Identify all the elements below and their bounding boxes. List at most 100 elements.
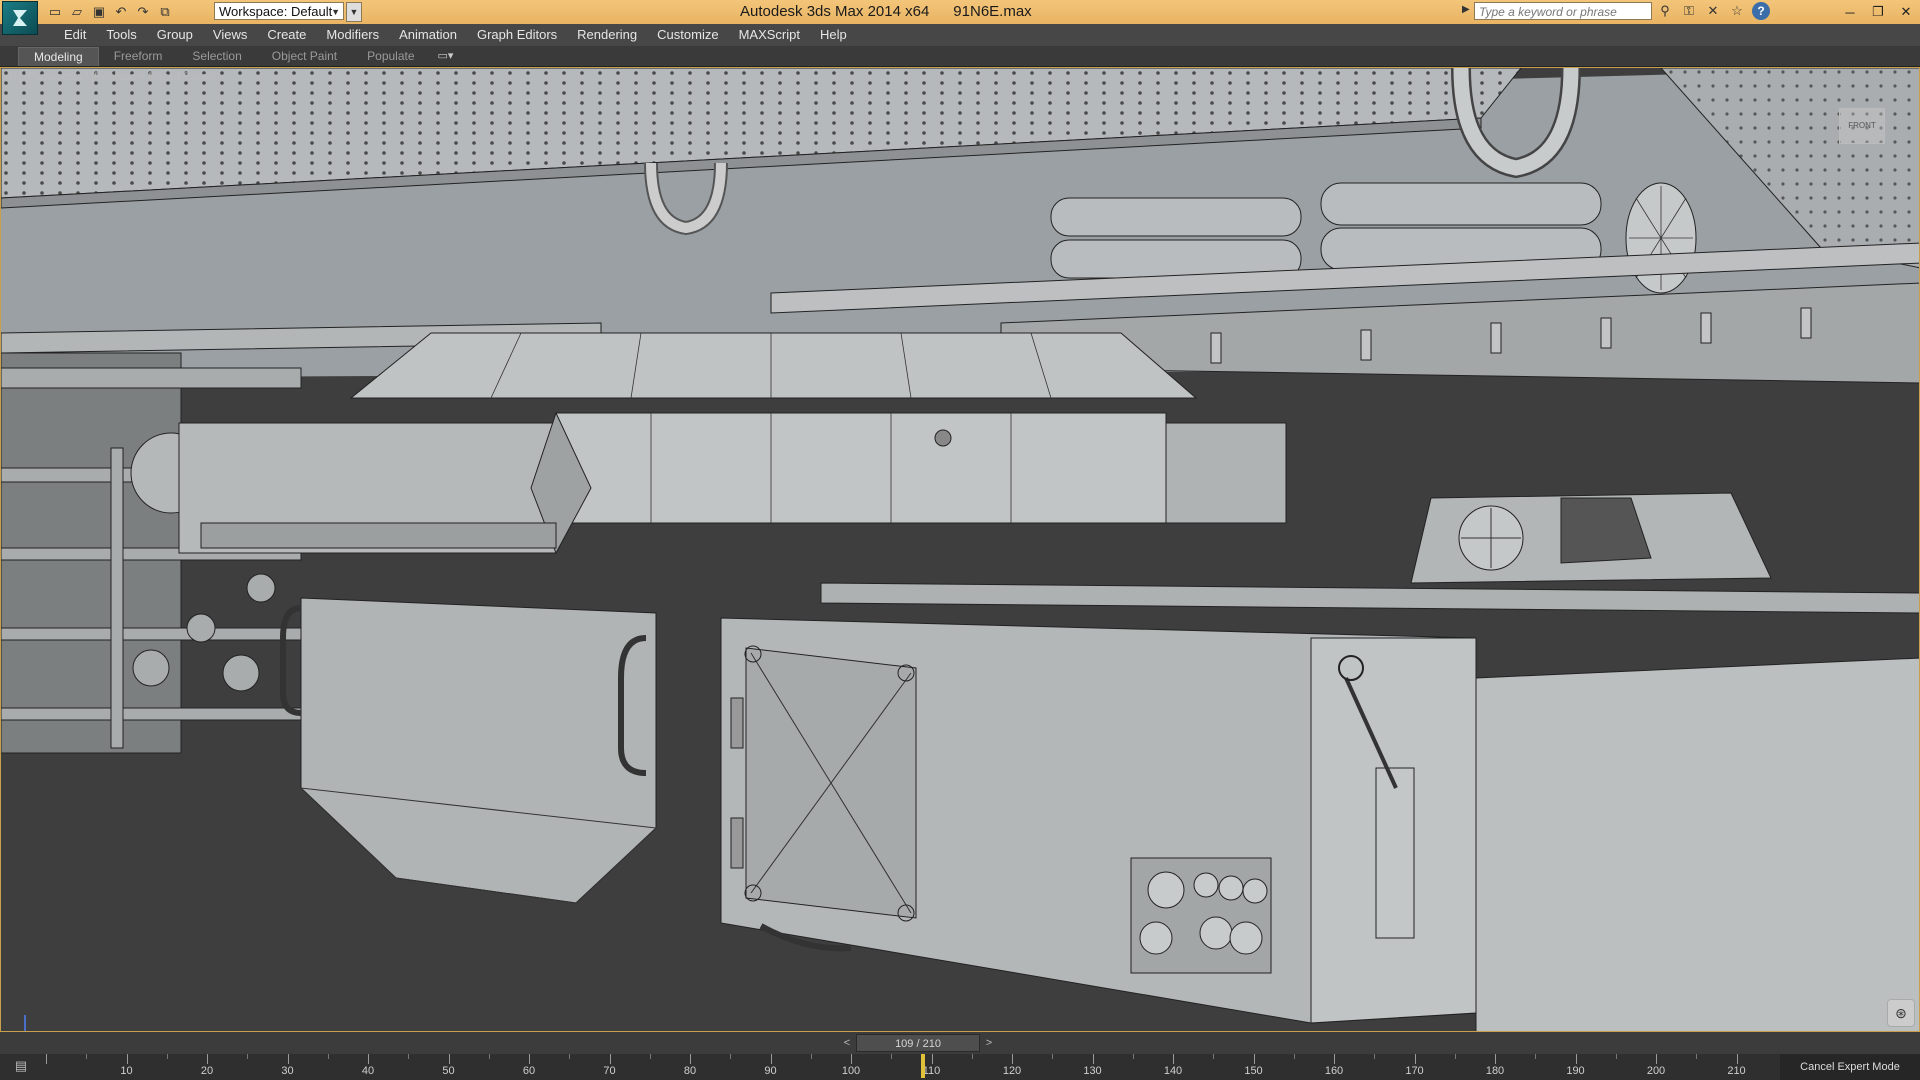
menu-animation[interactable]: Animation <box>389 24 467 46</box>
steering-wheel-icon[interactable]: ⊛ <box>1887 999 1915 1027</box>
menu-graph-editors[interactable]: Graph Editors <box>467 24 567 46</box>
window-title: Autodesk 3ds Max 2014 x64 91N6E.max <box>740 0 1032 24</box>
app-logo-icon[interactable] <box>2 1 38 35</box>
new-file-icon[interactable]: ▭ <box>46 3 64 21</box>
mini-curve-editor-icon[interactable]: ▤ <box>8 1058 34 1076</box>
tab-selection[interactable]: Selection <box>177 47 256 65</box>
ruler-tick <box>287 1054 289 1064</box>
menu-modifiers[interactable]: Modifiers <box>316 24 389 46</box>
ruler-tick <box>1173 1054 1174 1064</box>
ruler-tick <box>46 1054 47 1064</box>
ruler-tick <box>247 1054 249 1059</box>
ruler-tick <box>690 1054 691 1064</box>
app-title: Autodesk 3ds Max 2014 x64 <box>740 3 930 20</box>
ruler-tick <box>1454 1054 1456 1059</box>
ruler-tick <box>891 1054 893 1059</box>
title-bar: ▭ ▱ ▣ ↶ ↷ ⧉ Workspace: Default ▼ ▼ Autod… <box>0 0 1920 35</box>
ruler-tick-label: 90 <box>764 1065 777 1077</box>
viewport-label[interactable]: [+] [Perspective] [Realistic + Edged Fac… <box>9 71 216 83</box>
ribbon-tabs: Modeling Freeform Selection Object Paint… <box>0 46 1920 67</box>
ruler-tick-label: 120 <box>1002 1065 1022 1077</box>
viewcube-label: FRONT <box>1848 121 1876 130</box>
ribbon-options-icon[interactable]: ▭▾ <box>430 47 462 66</box>
ruler-tick-label: 30 <box>281 1065 294 1077</box>
workspace-label: Workspace: Default <box>219 4 333 19</box>
ruler-tick <box>207 1054 208 1064</box>
restore-icon[interactable]: ❐ <box>1864 0 1892 24</box>
ruler-tick <box>1535 1054 1537 1059</box>
key-tools-icon[interactable]: ⚿ <box>1680 2 1698 20</box>
tab-freeform[interactable]: Freeform <box>99 47 178 65</box>
communication-icon[interactable]: ✕ <box>1704 2 1722 20</box>
close-icon[interactable]: ✕ <box>1892 0 1920 24</box>
ruler-tick <box>408 1054 410 1059</box>
menu-edit[interactable]: Edit <box>54 24 96 46</box>
menu-customize[interactable]: Customize <box>647 24 728 46</box>
ruler-tick <box>730 1054 732 1059</box>
open-file-icon[interactable]: ▱ <box>68 3 86 21</box>
menu-group[interactable]: Group <box>147 24 203 46</box>
time-slider[interactable]: < 109 / 210 > <box>0 1032 1920 1054</box>
ruler-tick <box>86 1054 88 1059</box>
ruler-tick <box>649 1054 651 1059</box>
menu-bar: Edit Tools Group Views Create Modifiers … <box>0 24 1920 46</box>
perspective-viewport[interactable]: [+] [Perspective] [Realistic + Edged Fac… <box>0 67 1920 1032</box>
scene-wireframe <box>1 68 1919 1031</box>
infocenter-search-input[interactable]: Type a keyword or phrase <box>1474 2 1652 20</box>
ruler-tick <box>1253 1054 1255 1064</box>
tab-modeling[interactable]: Modeling <box>18 47 99 66</box>
menu-views[interactable]: Views <box>203 24 257 46</box>
minimize-icon[interactable]: ─ <box>1836 0 1864 24</box>
next-frame-button[interactable]: > <box>982 1036 996 1050</box>
ruler-tick <box>1575 1054 1577 1064</box>
undo-icon[interactable]: ↶ <box>112 3 130 21</box>
menu-maxscript[interactable]: MAXScript <box>729 24 810 46</box>
ruler-tick <box>810 1054 812 1059</box>
ruler-tick <box>931 1054 933 1064</box>
ruler-tick-label: 200 <box>1646 1065 1666 1077</box>
workspace-dropdown[interactable]: Workspace: Default ▼ <box>214 2 344 20</box>
ruler-tick <box>1334 1054 1335 1064</box>
menu-rendering[interactable]: Rendering <box>567 24 647 46</box>
menu-tools[interactable]: Tools <box>96 24 146 46</box>
ruler-tick <box>569 1054 571 1059</box>
ruler-tick <box>1374 1054 1376 1059</box>
save-icon[interactable]: ▣ <box>90 3 108 21</box>
menu-help[interactable]: Help <box>810 24 857 46</box>
ruler-tick-label: 60 <box>522 1065 536 1077</box>
cancel-expert-mode-button[interactable]: Cancel Expert Mode <box>1780 1054 1920 1080</box>
search-placeholder: Type a keyword or phrase <box>1479 5 1617 19</box>
help-icon[interactable]: ? <box>1752 2 1770 20</box>
ruler-tick-label: 150 <box>1244 1065 1263 1077</box>
ruler-tick <box>971 1054 973 1059</box>
current-frame-marker[interactable] <box>921 1054 926 1078</box>
ruler-tick-label: 130 <box>1083 1065 1102 1077</box>
redo-icon[interactable]: ↷ <box>134 3 152 21</box>
search-expand-icon[interactable]: ▶ <box>1462 4 1470 15</box>
window-controls: ─ ❐ ✕ <box>1836 0 1920 24</box>
ruler-tick <box>488 1054 490 1059</box>
previous-frame-button[interactable]: < <box>840 1036 854 1050</box>
ruler-tick <box>529 1054 530 1064</box>
ruler-tick-label: 20 <box>200 1065 214 1077</box>
frame-ruler[interactable]: 10 20 30 40 50 60 70 80 90 100 110 120 130 140 150 160 1… <box>46 1054 1746 1080</box>
ruler-tick <box>166 1054 168 1059</box>
ruler-tick <box>609 1054 611 1064</box>
ruler-tick <box>1414 1054 1416 1064</box>
project-folder-icon[interactable]: ⧉ <box>156 3 174 21</box>
workspace-menu-button[interactable]: ▼ <box>346 2 362 22</box>
ruler-tick-label: 170 <box>1405 1065 1424 1077</box>
chevron-down-icon: ▼ <box>331 7 340 17</box>
track-bar[interactable]: ▤ 10 20 30 40 50 60 70 80 90 100 110 120 130 140 150 16… <box>0 1054 1920 1080</box>
viewcube-widget[interactable]: FRONT <box>1839 108 1885 144</box>
tab-populate[interactable]: Populate <box>352 47 429 65</box>
ruler-tick <box>448 1054 450 1064</box>
ruler-tick <box>1213 1054 1215 1059</box>
menu-create[interactable]: Create <box>257 24 316 46</box>
tab-object-paint[interactable]: Object Paint <box>257 47 352 65</box>
time-slider-thumb[interactable]: 109 / 210 <box>856 1034 980 1052</box>
binoculars-icon[interactable]: ⚲ <box>1656 2 1674 20</box>
favorites-star-icon[interactable]: ☆ <box>1728 2 1746 20</box>
infocenter-toolbar: ⚲ ⚿ ✕ ☆ ? <box>1656 2 1770 20</box>
ruler-tick <box>1293 1054 1295 1059</box>
